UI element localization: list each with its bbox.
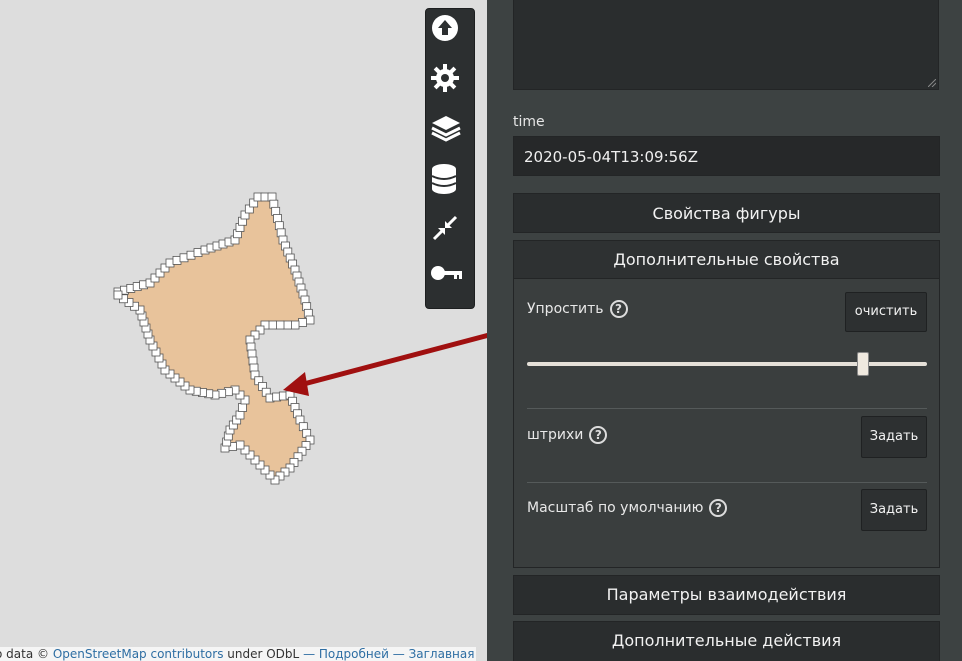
vertex-handle[interactable] [298,318,307,327]
more-link[interactable]: — Подробней [303,647,389,661]
home-link[interactable]: — Заглавная [393,647,475,661]
vertex-handle[interactable] [275,320,285,330]
vertex-handle[interactable] [290,320,300,330]
time-label: time [513,114,545,130]
divider [527,482,927,483]
help-icon[interactable]: ? [709,499,728,517]
map-toolbar [425,8,475,309]
attribution-text: o data © [0,647,49,661]
upload-icon[interactable] [430,13,470,53]
vertex-handle[interactable] [235,440,245,450]
dash-label: штрихи [527,427,584,443]
layers-icon[interactable] [430,113,470,153]
zoom-row: Масштаб по умолчанию ? [527,499,728,517]
vertex-handle[interactable] [113,290,123,300]
help-icon[interactable]: ? [609,300,628,318]
osm-link[interactable]: OpenStreetMap contributors [53,647,224,661]
simplify-row: Упростить ? [527,300,628,318]
description-textarea[interactable] [513,0,939,90]
license-text: under ODbL [227,647,300,661]
zoom-set-button[interactable]: Задать [861,489,927,531]
vertex-handle[interactable] [238,403,247,412]
dash-row: штрихи ? [527,426,608,444]
time-input[interactable]: 2020-05-04T13:09:56Z [513,136,940,176]
dash-set-button[interactable]: Задать [861,416,927,458]
vertex-handle[interactable] [268,320,277,330]
interaction-options-header[interactable]: Параметры взаимодействия [513,575,940,615]
zoom-label: Масштаб по умолчанию [527,500,704,516]
simplify-slider-handle[interactable] [857,352,869,376]
map-canvas[interactable] [0,0,487,661]
map-area[interactable]: o data © OpenStreetMap contributors unde… [0,0,487,661]
database-icon[interactable] [430,163,470,203]
annotation-arrow [299,332,487,388]
vertex-handle[interactable] [305,315,315,325]
shrink-icon[interactable] [430,213,470,253]
shape-properties-header[interactable]: Свойства фигуры [513,193,940,233]
vertex-handle[interactable] [235,410,245,420]
advanced-properties-header[interactable]: Дополнительные свойства [514,241,939,279]
resize-handle-icon[interactable] [928,79,936,87]
gear-icon[interactable] [430,63,470,103]
vertex-handle[interactable] [283,320,292,330]
advanced-actions-header[interactable]: Дополнительные действия [513,621,940,661]
key-icon[interactable] [430,263,470,303]
clear-button[interactable]: очистить [845,292,927,332]
divider [527,408,927,409]
help-icon[interactable]: ? [589,426,608,444]
simplify-label: Упростить [527,301,604,317]
map-attribution: o data © OpenStreetMap contributors unde… [0,647,477,661]
